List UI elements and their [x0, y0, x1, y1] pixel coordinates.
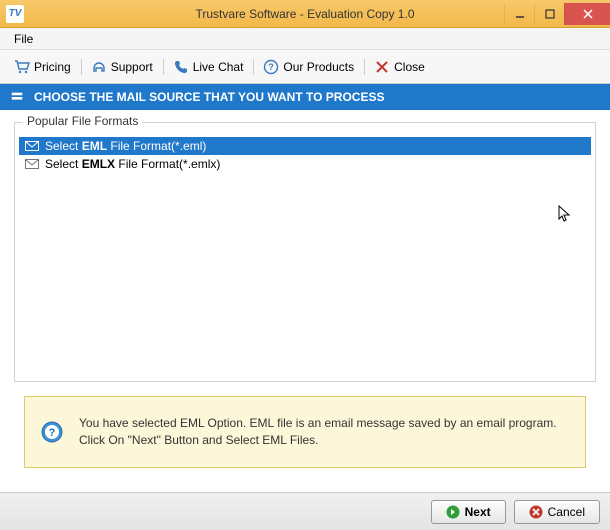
cancel-button[interactable]: Cancel: [514, 500, 600, 524]
list-item[interactable]: Select EML File Format(*.eml): [19, 137, 591, 155]
list-item-label: Select EML File Format(*.eml): [45, 139, 206, 153]
next-label: Next: [465, 505, 491, 519]
close-app-label: Close: [394, 60, 425, 74]
close-app-button[interactable]: Close: [364, 55, 435, 79]
app-icon: TV: [6, 5, 24, 23]
groupbox-legend: Popular File Formats: [23, 114, 142, 128]
info-box: ? You have selected EML Option. EML file…: [24, 396, 586, 468]
envelope-icon: [25, 140, 39, 152]
cancel-label: Cancel: [548, 505, 585, 519]
step-icon: [10, 90, 24, 104]
support-label: Support: [111, 60, 153, 74]
arrow-right-icon: [446, 505, 460, 519]
step-heading: CHOOSE THE MAIL SOURCE THAT YOU WANT TO …: [34, 90, 384, 104]
toolbar: Pricing Support Live Chat ? Our Products…: [0, 50, 610, 84]
envelope-icon: [25, 158, 39, 170]
live-chat-button[interactable]: Live Chat: [163, 55, 254, 79]
svg-text:?: ?: [269, 62, 275, 72]
info-icon: ?: [41, 421, 63, 443]
content-area: Popular File Formats Select EML File For…: [0, 110, 610, 382]
menubar: File: [0, 28, 610, 50]
step-bar: CHOOSE THE MAIL SOURCE THAT YOU WANT TO …: [0, 84, 610, 110]
x-icon: [374, 59, 390, 75]
window-controls: [504, 3, 610, 25]
cart-icon: [14, 59, 30, 75]
formats-groupbox: Popular File Formats Select EML File For…: [14, 122, 596, 382]
pricing-button[interactable]: Pricing: [4, 55, 81, 79]
list-item-label: Select EMLX File Format(*.emlx): [45, 157, 220, 171]
cancel-icon: [529, 505, 543, 519]
list-item[interactable]: Select EMLX File Format(*.emlx): [19, 155, 591, 173]
next-button[interactable]: Next: [431, 500, 506, 524]
formats-list[interactable]: Select EML File Format(*.eml) Select EMLX…: [19, 137, 591, 173]
pricing-label: Pricing: [34, 60, 71, 74]
phone-icon: [173, 59, 189, 75]
headset-icon: [91, 59, 107, 75]
titlebar: TV Trustvare Software - Evaluation Copy …: [0, 0, 610, 28]
svg-text:?: ?: [49, 427, 56, 439]
menu-file[interactable]: File: [6, 30, 41, 48]
info-message: You have selected EML Option. EML file i…: [79, 415, 569, 450]
footer: Next Cancel: [0, 492, 610, 530]
close-window-button[interactable]: [564, 3, 610, 25]
our-products-button[interactable]: ? Our Products: [253, 55, 364, 79]
live-chat-label: Live Chat: [193, 60, 244, 74]
maximize-button[interactable]: [534, 3, 564, 25]
info-area: ? You have selected EML Option. EML file…: [0, 382, 610, 478]
support-button[interactable]: Support: [81, 55, 163, 79]
question-icon: ?: [263, 59, 279, 75]
minimize-button[interactable]: [504, 3, 534, 25]
our-products-label: Our Products: [283, 60, 354, 74]
